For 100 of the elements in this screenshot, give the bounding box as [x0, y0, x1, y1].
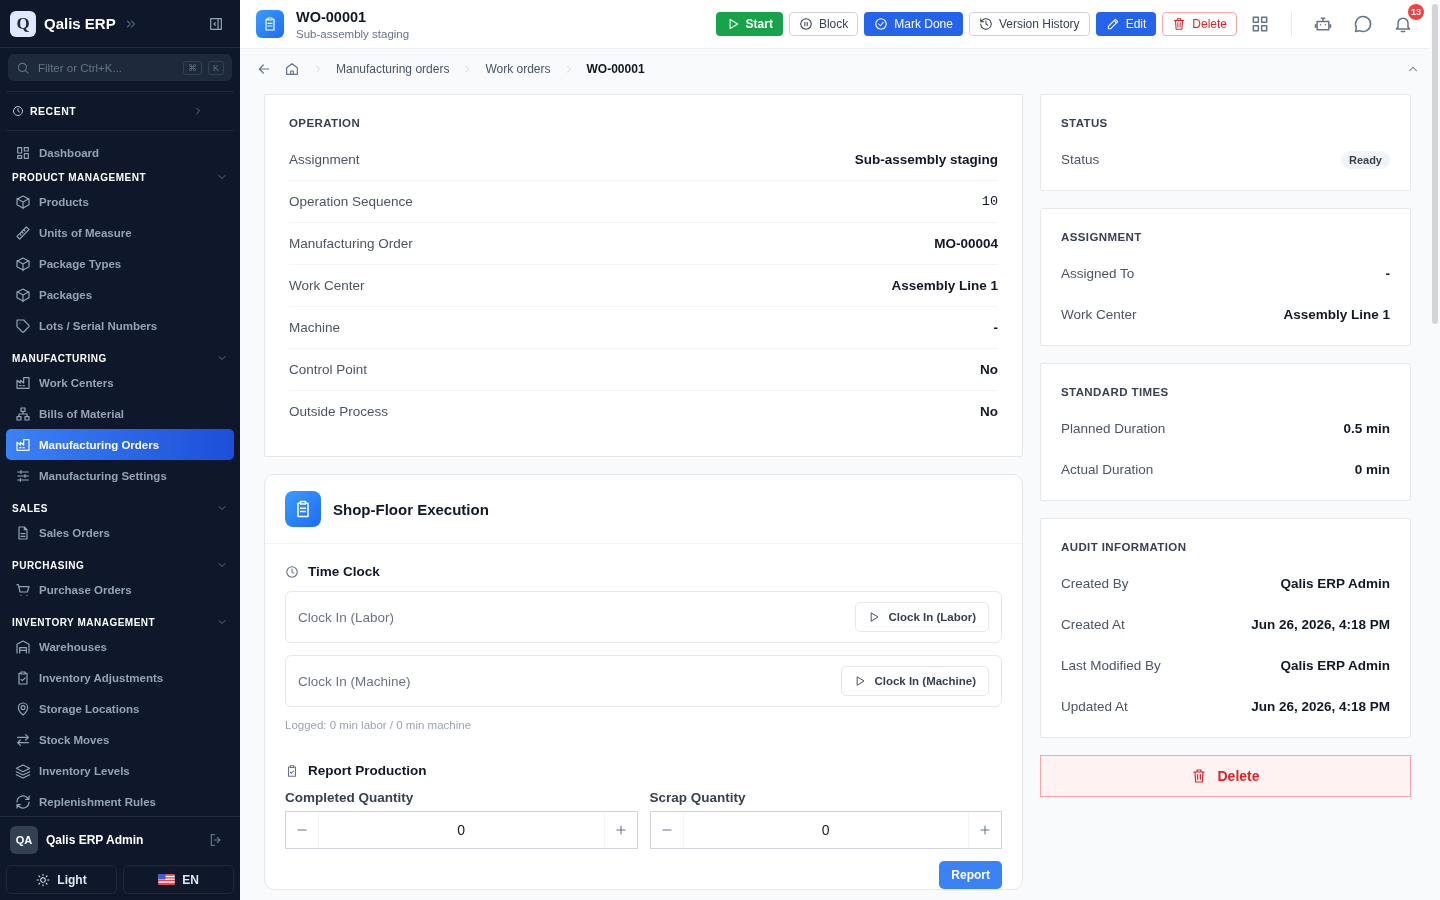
- field-value: No: [980, 404, 998, 419]
- field-label: Created By: [1061, 576, 1129, 591]
- clock-in-button[interactable]: Clock In (Labor): [855, 602, 989, 632]
- pause-icon: [798, 17, 813, 31]
- field-label: Status: [1061, 152, 1100, 167]
- warehouse-icon: [15, 638, 31, 655]
- recent-toggle[interactable]: RECENT: [6, 91, 234, 131]
- action-button[interactable]: Mark Done: [864, 12, 963, 36]
- field-value: MO-00004: [934, 236, 998, 251]
- clock-icon: [285, 564, 299, 579]
- field-value: -: [1385, 266, 1390, 281]
- chat-icon[interactable]: [1353, 14, 1373, 34]
- map-pin-icon: [15, 700, 31, 717]
- field-label: Outside Process: [289, 404, 389, 419]
- plus-icon: [978, 823, 992, 837]
- grid-icon: [15, 144, 31, 161]
- action-button[interactable]: Edit: [1095, 12, 1157, 36]
- nav-item[interactable]: Bills of Material: [6, 398, 234, 429]
- nav-item[interactable]: Manufacturing Orders: [6, 429, 234, 460]
- nav-item[interactable]: Sales Orders: [6, 517, 234, 548]
- field-label: Manufacturing Order: [289, 236, 413, 251]
- play-icon: [868, 611, 881, 623]
- trash-icon: [1191, 768, 1208, 784]
- nav-item[interactable]: Replenishment Rules: [6, 786, 234, 816]
- apps-icon[interactable]: [1250, 14, 1270, 34]
- plus-icon: [613, 823, 628, 837]
- nav-item[interactable]: Package Types: [6, 248, 234, 279]
- hierarchy-icon: [15, 405, 31, 422]
- field-value: Jun 26, 2026, 4:18 PM: [1251, 699, 1390, 714]
- notification-badge: 13: [1408, 4, 1424, 20]
- home-icon[interactable]: [284, 60, 300, 77]
- field-label: Scrap Quantity: [649, 790, 747, 805]
- nav-item[interactable]: Warehouses: [6, 631, 234, 662]
- sidebar-toggle-icon[interactable]: [208, 15, 224, 32]
- app-name: Qalis ERP: [44, 15, 116, 32]
- field-value: 0.5 min: [1343, 421, 1390, 436]
- nav-item[interactable]: Stock Moves: [6, 724, 234, 755]
- nav-item[interactable]: Packages: [6, 279, 234, 310]
- field-value: Qalis ERP Admin: [1280, 658, 1390, 673]
- field-label: Work Center: [289, 278, 365, 293]
- cube-icon: [15, 286, 31, 303]
- field-label: Last Modified By: [1061, 658, 1161, 673]
- action-button[interactable]: Delete: [1162, 12, 1237, 36]
- nav-item[interactable]: Work Centers: [6, 367, 234, 398]
- section-header[interactable]: PRODUCT MANAGEMENT: [6, 168, 234, 186]
- clock-icon: [12, 105, 24, 117]
- nav-item[interactable]: Manufacturing Settings: [6, 460, 234, 491]
- nav-item[interactable]: Purchase Orders: [6, 574, 234, 605]
- sun-icon: [36, 872, 51, 887]
- nav-item[interactable]: Inventory Levels: [6, 755, 234, 786]
- search-input[interactable]: Filter or Ctrl+K...: [36, 60, 177, 75]
- page-title: WO-00001: [296, 8, 368, 25]
- subsection-title: Time Clock: [308, 564, 380, 579]
- quantity-stepper[interactable]: 0: [285, 811, 638, 849]
- section-header[interactable]: PURCHASING: [6, 556, 234, 574]
- delete-button[interactable]: Delete: [1040, 755, 1411, 797]
- language-button[interactable]: EN: [123, 865, 234, 894]
- field-label: Assignment: [289, 152, 360, 167]
- card-title: OPERATION: [289, 117, 362, 129]
- theme-button[interactable]: Light: [6, 865, 117, 894]
- report-button[interactable]: Report: [939, 861, 1002, 889]
- factory-icon: [15, 374, 31, 391]
- field-value: No: [980, 362, 998, 377]
- arrows-icon: [15, 731, 31, 748]
- edit-icon: [1105, 17, 1120, 31]
- history-icon: [978, 17, 993, 31]
- nav-item[interactable]: Dashboard: [6, 137, 234, 168]
- nav-item[interactable]: Products: [6, 186, 234, 217]
- field-label: Created At: [1061, 617, 1125, 632]
- field-value: 10: [981, 194, 998, 209]
- breadcrumb-link[interactable]: Manufacturing orders: [336, 61, 450, 76]
- nav-item[interactable]: Units of Measure: [6, 217, 234, 248]
- field-label: Machine: [289, 320, 341, 335]
- quantity-stepper[interactable]: 0: [649, 811, 1002, 849]
- robot-icon[interactable]: [1313, 14, 1333, 34]
- cube-icon: [15, 255, 31, 272]
- field-value: Sub-assembly staging: [854, 152, 998, 167]
- nav-item[interactable]: Storage Locations: [6, 693, 234, 724]
- status-badge: Ready: [1340, 150, 1390, 169]
- cube-icon: [15, 193, 31, 210]
- search-icon: [16, 60, 30, 75]
- clock-in-button[interactable]: Clock In (Machine): [841, 666, 989, 696]
- field-label: Control Point: [289, 362, 368, 377]
- field-value: Assembly Line 1: [1283, 307, 1390, 322]
- shortcut-key: ⌘: [183, 60, 202, 75]
- card-title: STANDARD TIMES: [1061, 386, 1170, 398]
- field-label: Operation Sequence: [289, 194, 413, 209]
- section-title: Shop-Floor Execution: [333, 500, 489, 518]
- action-button[interactable]: Version History: [968, 12, 1090, 36]
- field-value: -: [993, 320, 998, 335]
- logged-time: Logged: 0 min labor / 0 min machine: [285, 719, 473, 731]
- action-button[interactable]: Block: [788, 12, 859, 36]
- section-header[interactable]: INVENTORY MANAGEMENT: [6, 613, 234, 631]
- nav-item[interactable]: Lots / Serial Numbers: [6, 310, 234, 341]
- section-header[interactable]: MANUFACTURING: [6, 349, 234, 367]
- breadcrumb-link[interactable]: Work orders: [485, 61, 551, 76]
- nav-item[interactable]: Inventory Adjustments: [6, 662, 234, 693]
- app-logo: Q: [10, 10, 36, 37]
- card-title: STATUS: [1061, 117, 1109, 129]
- section-header[interactable]: SALES: [6, 499, 234, 517]
